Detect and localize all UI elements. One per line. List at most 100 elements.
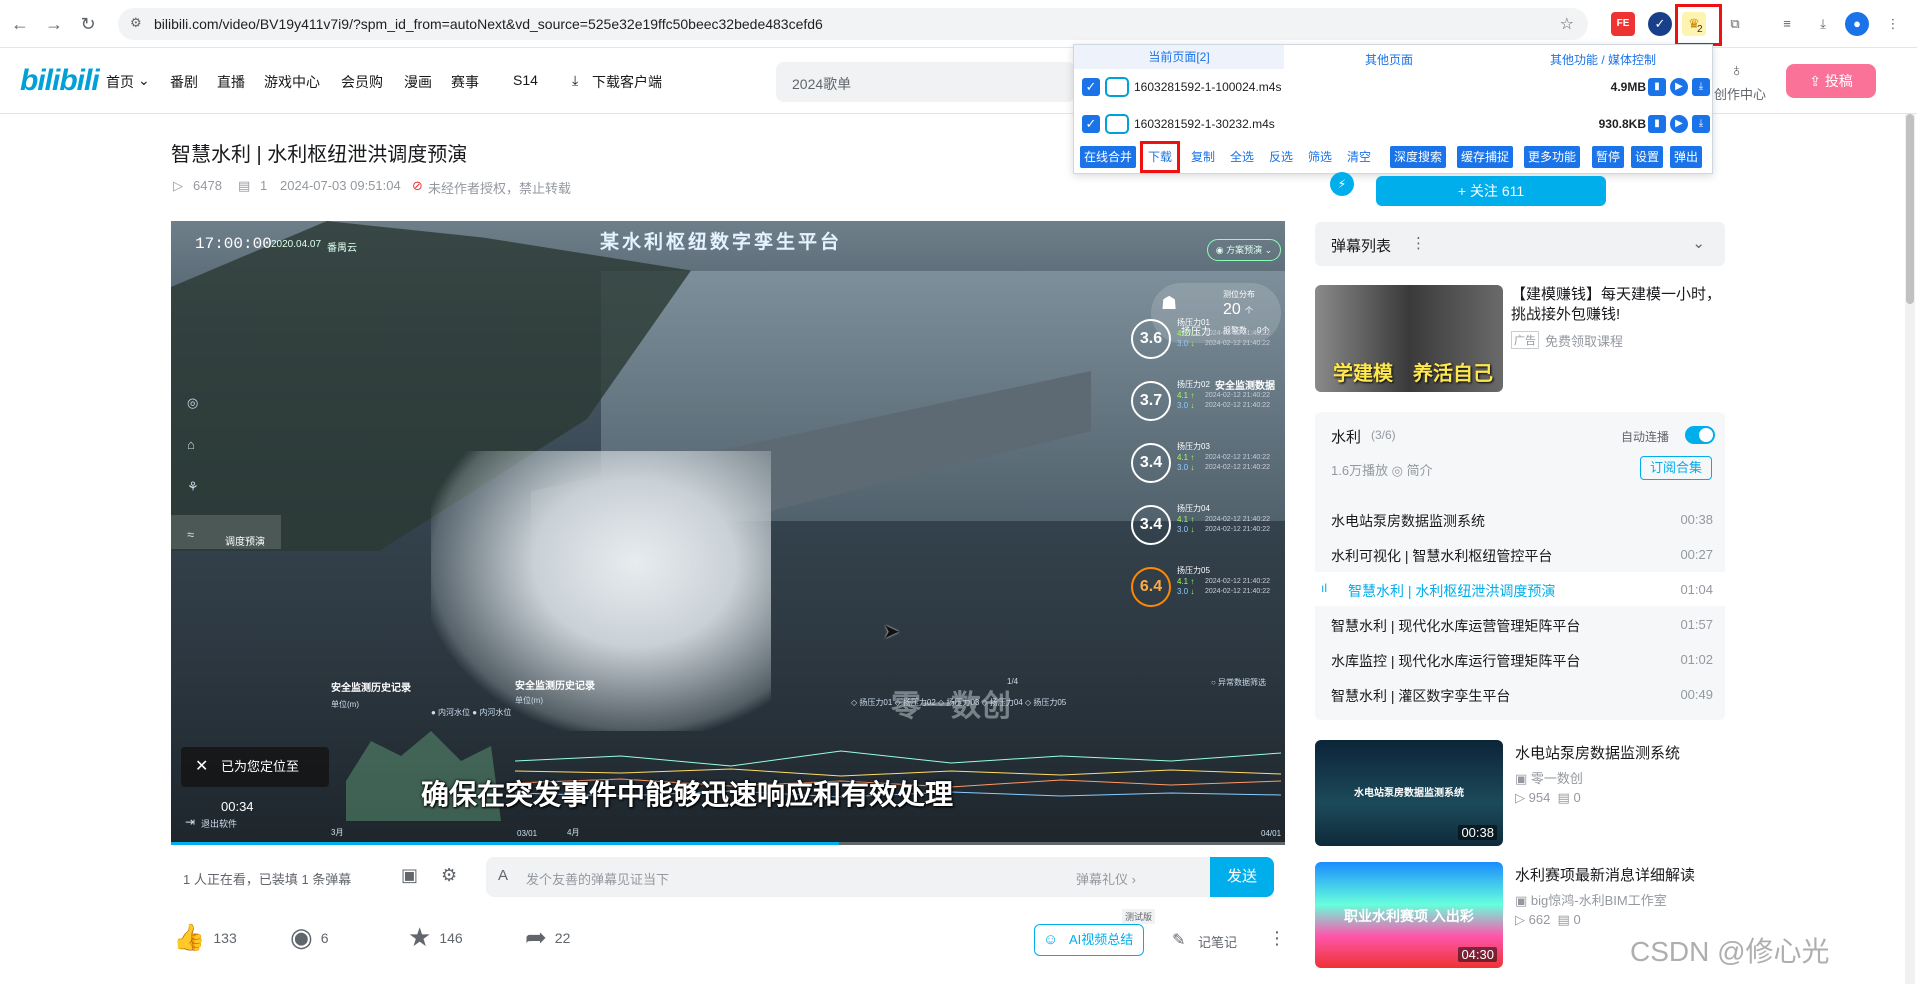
follow-button[interactable]: + 关注 611 (1376, 176, 1606, 206)
check-extension-icon[interactable]: ✓ (1648, 12, 1672, 36)
uploader-name[interactable]: ▣ big惊鸿-水利BIM工作室 (1515, 890, 1667, 909)
clear-button[interactable]: 清空 (1343, 146, 1376, 168)
creator-center-link[interactable]: 创作中心 (1714, 84, 1766, 103)
tab-current-page[interactable]: 当前页面[2] (1074, 45, 1284, 69)
profile-avatar-icon[interactable]: ● (1845, 12, 1869, 36)
nav-manga[interactable]: 漫画 (404, 72, 432, 92)
nav-live[interactable]: 直播 (217, 72, 245, 92)
danmaku-list-panel[interactable]: 弹幕列表 ⋮ ⌄ (1315, 222, 1725, 266)
downloads-icon[interactable]: ⤓ (1811, 12, 1835, 36)
cache-capture-button[interactable]: 缓存捕捉 (1457, 146, 1514, 168)
uploader-name[interactable]: ▣ 零一数创 (1515, 768, 1583, 787)
nav-game-center[interactable]: 游戏中心 (264, 72, 320, 92)
fe-extension-icon[interactable]: FE (1611, 12, 1635, 36)
copy-link-icon[interactable]: ▮ (1648, 115, 1666, 133)
nav-vip-shop[interactable]: 会员购 (341, 72, 383, 92)
autoplay-toggle[interactable] (1685, 426, 1715, 444)
ad-thumbnail: 学建模 养活自己 (1315, 285, 1503, 392)
site-info-icon[interactable]: ⚙ (130, 15, 142, 31)
video-thumbnail[interactable]: 职业水利赛项 入出彩 04:30 (1315, 862, 1503, 968)
more-icon[interactable]: ⋮ (1411, 234, 1426, 252)
nav-home[interactable]: 首页 (106, 72, 134, 92)
nav-icon-1: ◎ (187, 395, 199, 410)
play-icon[interactable]: ▶ (1670, 78, 1688, 96)
play-count: 954 (1528, 790, 1551, 805)
copyright-notice: 未经作者授权，禁止转载 (428, 181, 572, 196)
scrollbar-thumb[interactable] (1906, 114, 1914, 304)
file-checkbox[interactable]: ✓ (1082, 115, 1100, 133)
metric-high: 4.1 (1177, 329, 1189, 338)
filter-button[interactable]: 筛选 (1304, 146, 1337, 168)
nav-match[interactable]: 赛事 (451, 72, 479, 92)
bilibili-logo[interactable]: bilibili (20, 64, 100, 98)
nav-download-client[interactable]: 下载客户端 (592, 72, 662, 92)
invert-select-button[interactable]: 反选 (1265, 146, 1298, 168)
file-download-icon[interactable]: ⤓ (1692, 78, 1710, 96)
tab-other-pages[interactable]: 其他页面 (1284, 51, 1494, 68)
episode-item[interactable]: 水利可视化 | 智慧水利枢纽管控平台 00:27 (1315, 537, 1725, 571)
file-checkbox[interactable]: ✓ (1082, 78, 1100, 96)
tab-other-functions[interactable]: 其他功能 / 媒体控制 (1494, 51, 1712, 68)
episode-item[interactable]: 水库监控 | 现代化水库运行管理矩阵平台 01:02 (1315, 642, 1725, 676)
bookmark-star-icon[interactable]: ☆ (1560, 14, 1574, 34)
settings-button[interactable]: 设置 (1631, 146, 1664, 168)
episode-item[interactable]: 水电站泵房数据监测系统 00:38 (1315, 502, 1725, 536)
series-name[interactable]: 水利 (1331, 426, 1361, 447)
episode-item[interactable]: 智慧水利 | 现代化水库运营管理矩阵平台 01:57 (1315, 607, 1725, 641)
danmaku-toggle-icon[interactable]: ▣ (401, 865, 418, 886)
more-functions-button[interactable]: 更多功能 (1524, 146, 1581, 168)
ad-card[interactable]: 学建模 养活自己 【建模赚钱】每天建模一小时，挑战接外包赚钱! 广告 免费领取课… (1315, 285, 1725, 392)
danmaku-input[interactable]: A 发个友善的弹幕见证当下 弹幕礼仪 › (486, 857, 1216, 897)
browser-menu-icon[interactable]: ⋮ (1881, 12, 1905, 36)
episode-item[interactable]: ıl 智慧水利 | 水利枢纽泄洪调度预演 01:04 (1315, 572, 1725, 606)
close-icon[interactable]: ✕ (195, 747, 208, 787)
video-title: 智慧水利 | 水利枢纽泄洪调度预演 (171, 144, 468, 166)
share-button[interactable]: ➦ 22 (525, 922, 570, 956)
more-options-icon[interactable]: ⋮ (1268, 928, 1286, 949)
video-player[interactable]: 某水利枢纽数字孪生平台 17:00:00 2020.04.07 番禺云 ◉ 方案… (171, 221, 1285, 845)
merge-online-button[interactable]: 在线合并 (1080, 146, 1137, 168)
extensions-puzzle-icon[interactable]: ⧉ (1723, 12, 1747, 36)
subscribe-collection-button[interactable]: 订阅合集 (1640, 456, 1712, 480)
forward-icon[interactable]: → (42, 12, 66, 36)
toggle-knob (1699, 428, 1713, 442)
danmaku-settings-icon[interactable]: ⚙ (441, 865, 457, 886)
metric-range: 4.1 ↑ 3.0 ↓ (1177, 515, 1195, 534)
file-row[interactable]: ✓ 1603281592-1-30232.m4s 930.8KB ▮ ▶ ⤓ (1078, 109, 1710, 139)
recommended-video[interactable]: 水电站泵房数据监测系统 00:38 水电站泵房数据监测系统 ▣ 零一数创 ▷ 954 ▤… (1315, 740, 1725, 848)
pause-button[interactable]: 暂停 (1592, 146, 1625, 168)
text-style-icon[interactable]: A (498, 867, 508, 884)
danmaku-etiquette-link[interactable]: 弹幕礼仪 › (1076, 869, 1136, 888)
nav-s14[interactable]: S14 (513, 72, 538, 88)
lightbulb-icon[interactable]: ♁ (1730, 60, 1744, 81)
deep-search-button[interactable]: 深度搜索 (1390, 146, 1447, 168)
copy-button[interactable]: 复制 (1187, 146, 1220, 168)
take-notes-button[interactable]: 记笔记 (1198, 932, 1237, 951)
send-danmaku-button[interactable]: 发送 (1210, 857, 1274, 897)
resume-toast: ✕ 已为您定位至00:34 (181, 747, 329, 814)
file-row[interactable]: ✓ 1603281592-1-100024.m4s 4.9MB ▮ ▶ ⤓ (1078, 72, 1710, 102)
ai-summary-button[interactable]: ☺ AI视频总结 (1034, 924, 1144, 956)
coin-button[interactable]: ◉ 6 (290, 922, 328, 956)
chevron-down-icon[interactable]: ⌄ (1692, 234, 1705, 252)
popout-button[interactable]: 弹出 (1670, 146, 1703, 168)
play-icon[interactable]: ▶ (1670, 115, 1688, 133)
file-download-icon[interactable]: ⤓ (1692, 115, 1710, 133)
episode-item[interactable]: 智慧水利 | 灌区数字孪生平台 00:49 (1315, 677, 1725, 711)
like-button[interactable]: 👍 133 (173, 922, 237, 956)
back-icon[interactable]: ← (8, 12, 32, 36)
reading-list-icon[interactable]: ≡ (1775, 12, 1799, 36)
copy-link-icon[interactable]: ▮ (1648, 78, 1666, 96)
address-bar[interactable]: ⚙ bilibili.com/video/BV19y411v7i9/?spm_i… (118, 8, 1588, 40)
nav-icon-4: ≈ (187, 527, 195, 542)
reload-icon[interactable]: ↻ (76, 12, 100, 36)
favorite-button[interactable]: ★ 146 (408, 922, 463, 956)
search-input[interactable]: 2024歌单 (776, 62, 1076, 102)
video-thumbnail[interactable]: 水电站泵房数据监测系统 00:38 (1315, 740, 1503, 846)
thumbnail-text: 水电站泵房数据监测系统 (1354, 788, 1464, 799)
upload-button[interactable]: ⇪ 投稿 (1786, 64, 1876, 98)
danmaku-count: 0 (1573, 912, 1581, 927)
page-scrollbar[interactable] (1905, 114, 1915, 984)
select-all-button[interactable]: 全选 (1226, 146, 1259, 168)
nav-bangumi[interactable]: 番剧 (170, 72, 198, 92)
